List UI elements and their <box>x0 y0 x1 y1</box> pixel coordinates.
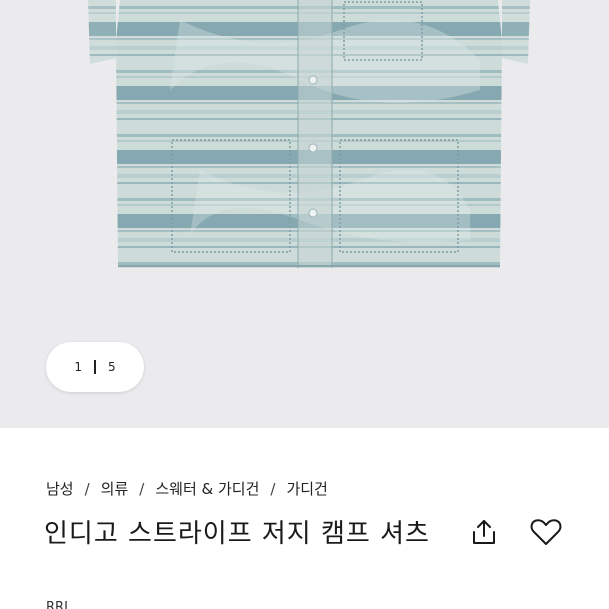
product-brand[interactable]: RRL <box>46 600 71 609</box>
breadcrumb-separator: / <box>84 479 90 498</box>
shirt-illustration <box>88 0 530 268</box>
image-counter-divider <box>94 360 96 374</box>
product-title: 인디고 스트라이프 저지 캠프 셔츠 <box>44 519 430 549</box>
like-button[interactable] <box>528 514 564 550</box>
image-counter-current: 1 <box>74 360 82 374</box>
breadcrumb: 남성 / 의류 / 스웨터 & 가디건 / 가디건 <box>46 478 328 499</box>
breadcrumb-item-men[interactable]: 남성 <box>46 478 74 499</box>
breadcrumb-item-clothing[interactable]: 의류 <box>101 478 129 499</box>
breadcrumb-item-cardigans[interactable]: 가디건 <box>286 478 327 499</box>
product-detail-page: 1 5 남성 / 의류 / 스웨터 & 가디건 / 가디건 인디고 스트라이프 … <box>0 0 609 609</box>
breadcrumb-separator: / <box>139 479 145 498</box>
product-image-gallery[interactable]: 1 5 <box>0 0 609 428</box>
image-counter: 1 5 <box>46 342 144 392</box>
breadcrumb-separator: / <box>270 479 276 498</box>
share-icon <box>473 520 495 544</box>
heart-icon <box>530 519 562 545</box>
image-counter-total: 5 <box>108 360 116 374</box>
share-button[interactable] <box>466 514 502 550</box>
breadcrumb-item-sweaters-cardigans[interactable]: 스웨터 & 가디건 <box>155 478 259 499</box>
